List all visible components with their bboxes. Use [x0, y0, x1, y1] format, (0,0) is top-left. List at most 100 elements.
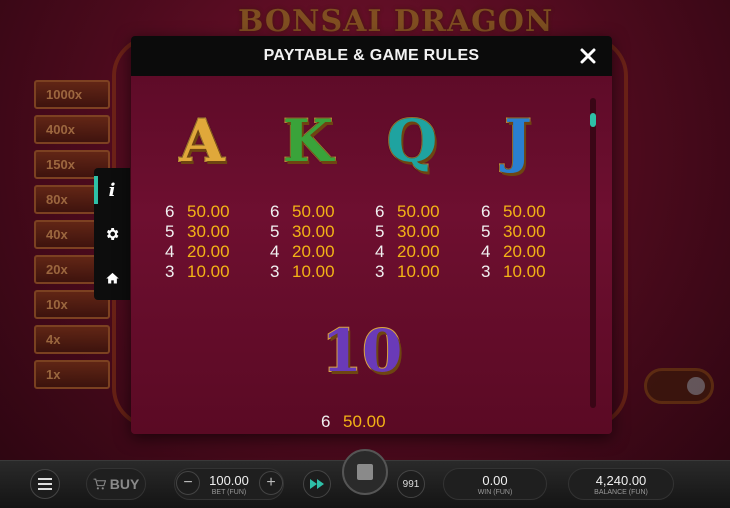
pay-count: 3: [270, 262, 280, 281]
pay-line: 4 20.00: [375, 242, 440, 262]
pay-value: 10.00: [503, 262, 546, 281]
info-icon: i: [108, 179, 116, 201]
win-display: 0.00 WIN (FUN): [443, 468, 547, 500]
pay-value: 30.00: [292, 222, 335, 241]
pay-value: 20.00: [187, 242, 230, 261]
pay-value: 30.00: [187, 222, 230, 241]
paytable-column-k: 6 50.00 5 30.00 4 20.00 3 10.00: [270, 202, 335, 282]
pay-count: 4: [375, 242, 385, 261]
buy-label: BUY: [109, 476, 140, 492]
pay-count: 6: [165, 202, 175, 221]
pay-value: 20.00: [397, 242, 440, 261]
pay-value: 20.00: [503, 242, 546, 261]
bet-label: BET (FUN): [211, 488, 247, 496]
pay-count: 4: [165, 242, 175, 261]
pay-value: 10.00: [397, 262, 440, 281]
multiplier-step: 1x: [34, 360, 110, 389]
tab-settings[interactable]: [94, 212, 130, 256]
bet-decrease-button[interactable]: −: [176, 471, 200, 495]
pay-count: 6: [375, 202, 385, 221]
symbol-row: A K Q J: [163, 106, 583, 178]
autoplay-count: 991: [402, 478, 420, 490]
fast-forward-icon: [310, 479, 324, 489]
paytable-column-a: 6 50.00 5 30.00 4 20.00 3 10.00: [165, 202, 230, 282]
hamburger-icon: [38, 478, 52, 490]
pay-count: 4: [270, 242, 280, 261]
win-value: 0.00: [482, 472, 508, 488]
pay-count: 5: [481, 222, 491, 241]
pay-line: 3 10.00: [375, 262, 440, 282]
pay-count: 3: [165, 262, 175, 281]
balance-display: 4,240.00 BALANCE (FUN): [568, 468, 674, 500]
menu-button[interactable]: [30, 469, 60, 499]
pay-line: 5 30.00: [375, 222, 440, 242]
bet-increase-button[interactable]: +: [259, 471, 283, 495]
pay-line: 4 20.00: [270, 242, 335, 262]
pay-line: 6 50.00: [375, 202, 440, 222]
pay-line: 6 50.00: [481, 202, 546, 222]
spin-button[interactable]: [342, 449, 388, 495]
pay-value: 10.00: [292, 262, 335, 281]
symbol-ten: 10: [321, 316, 404, 386]
stop-icon: [357, 464, 373, 480]
background-toggle-widget: [644, 368, 714, 404]
pay-line: 5 30.00: [165, 222, 230, 242]
modal-title: PAYTABLE & GAME RULES: [263, 47, 480, 64]
pay-value: 50.00: [343, 412, 386, 431]
close-icon: [580, 48, 596, 64]
autoplay-button[interactable]: 991: [397, 470, 425, 498]
minus-icon: −: [183, 474, 193, 491]
pay-value: 10.00: [187, 262, 230, 281]
home-icon: [105, 272, 119, 283]
pay-count: 3: [481, 262, 491, 281]
pay-count: 4: [481, 242, 491, 261]
pay-line: 6 50.00: [270, 202, 335, 222]
multiplier-step: 400x: [34, 115, 110, 144]
info-side-tabs: i: [94, 168, 130, 300]
pay-count: 6: [270, 202, 280, 221]
paytable-column-q: 6 50.00 5 30.00 4 20.00 3 10.00: [375, 202, 440, 282]
pay-value: 50.00: [397, 202, 440, 221]
gear-icon: [106, 228, 119, 240]
pay-value: 50.00: [503, 202, 546, 221]
pay-value: 50.00: [187, 202, 230, 221]
pay-count: 3: [375, 262, 385, 281]
symbol-a: A: [178, 106, 225, 176]
symbol-j: J: [503, 106, 532, 176]
background-game-title: BONSAI DRAGON: [238, 4, 554, 39]
buy-button[interactable]: BUY: [86, 468, 146, 500]
pay-line: 3 10.00: [481, 262, 546, 282]
pay-line: 3 10.00: [270, 262, 335, 282]
modal-header: PAYTABLE & GAME RULES: [131, 36, 612, 76]
win-label: WIN (FUN): [477, 488, 513, 496]
pay-line: 4 20.00: [165, 242, 230, 262]
paytable-column-ten: 6 50.00: [321, 412, 386, 432]
balance-value: 4,240.00: [595, 472, 647, 488]
pay-line: 5 30.00: [481, 222, 546, 242]
plus-icon: +: [266, 474, 276, 491]
tab-info[interactable]: i: [94, 168, 130, 212]
close-button[interactable]: [576, 44, 600, 68]
tab-home[interactable]: [94, 256, 130, 300]
pay-count: 5: [165, 222, 175, 241]
turbo-button[interactable]: [303, 470, 331, 498]
pay-line: 6 50.00: [165, 202, 230, 222]
pay-count: 6: [321, 412, 331, 431]
pay-count: 5: [375, 222, 385, 241]
cart-icon: [93, 478, 106, 490]
scrollbar-thumb[interactable]: [590, 113, 596, 127]
bet-value: 100.00: [209, 472, 249, 488]
paytable-modal: PAYTABLE & GAME RULES A K Q J 6 50.00 5 30…: [131, 36, 612, 434]
pay-line: 4 20.00: [481, 242, 546, 262]
balance-label: BALANCE (FUN): [594, 488, 648, 496]
pay-count: 6: [481, 202, 491, 221]
pay-line: 3 10.00: [165, 262, 230, 282]
multiplier-step: 1000x: [34, 80, 110, 109]
paytable-column-j: 6 50.00 5 30.00 4 20.00 3 10.00: [481, 202, 546, 282]
bottom-control-bar: BUY 100.00 BET (FUN) − + 991 0.00 WIN (F…: [0, 449, 730, 508]
symbol-k: K: [282, 106, 334, 176]
pay-line: 6 50.00: [321, 412, 386, 432]
modal-scrollbar[interactable]: [590, 98, 596, 408]
pay-value: 50.00: [292, 202, 335, 221]
pay-value: 20.00: [292, 242, 335, 261]
